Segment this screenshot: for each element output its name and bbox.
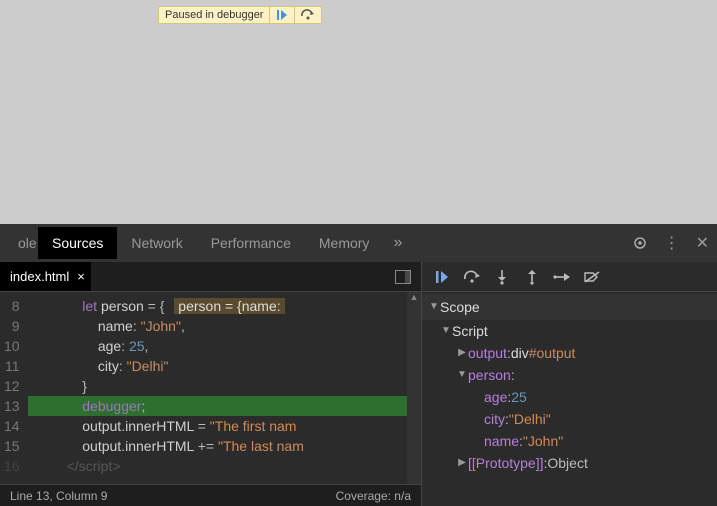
code-line: </script​> bbox=[28, 456, 421, 476]
inline-value-hint: person = {name: bbox=[174, 298, 284, 314]
scrollbar[interactable]: ▲ bbox=[407, 292, 421, 484]
scope-value: "Delhi" bbox=[509, 408, 551, 430]
line-gutter: 8910111213141516 bbox=[0, 292, 28, 484]
code-line: name: "John", bbox=[28, 316, 421, 336]
tab-sources[interactable]: Sources bbox=[38, 227, 117, 259]
chevron-down-icon: ▼ bbox=[428, 296, 440, 318]
tab-network[interactable]: Network bbox=[117, 227, 196, 259]
tab-performance[interactable]: Performance bbox=[197, 227, 305, 259]
code-line: debugger; bbox=[28, 396, 421, 416]
chevron-right-icon: ▶ bbox=[456, 342, 468, 364]
chevron-right-icon: ▶ bbox=[456, 452, 468, 474]
step-over-icon[interactable] bbox=[294, 7, 321, 23]
code-line: let person = { person = {name: bbox=[28, 296, 421, 316]
debugger-toolbar bbox=[422, 262, 717, 292]
chevron-down-icon: ▼ bbox=[440, 320, 452, 342]
step-button[interactable] bbox=[548, 265, 576, 289]
step-over-button[interactable] bbox=[458, 265, 486, 289]
debugger-pane: ▼ Scope ▼ Script ▶output: div#output▼per… bbox=[422, 262, 717, 506]
code-line: age: 25, bbox=[28, 336, 421, 356]
scope-value: 25 bbox=[511, 386, 527, 408]
code-editor[interactable]: 8910111213141516 let person = { person =… bbox=[0, 292, 421, 484]
scope-key: city bbox=[484, 408, 505, 430]
scope-title: Scope bbox=[440, 296, 480, 318]
toggle-sidebar-icon[interactable] bbox=[385, 270, 421, 284]
scope-row[interactable]: ▶output: div#output bbox=[422, 342, 717, 364]
paused-banner-text: Paused in debugger bbox=[159, 8, 269, 22]
sources-pane: index.html × 8910111213141516 let person… bbox=[0, 262, 422, 506]
file-tab-bar: index.html × bbox=[0, 262, 421, 292]
more-tabs-icon[interactable]: » bbox=[383, 234, 412, 252]
step-out-button[interactable] bbox=[518, 265, 546, 289]
file-tab-close-icon[interactable]: × bbox=[77, 269, 85, 284]
scope-row[interactable]: age: 25 bbox=[422, 386, 717, 408]
gear-icon[interactable] bbox=[624, 235, 656, 251]
chevron-down-icon: ▼ bbox=[456, 364, 468, 386]
scope-value: div#output bbox=[511, 342, 576, 364]
code-line: city: "Delhi" bbox=[28, 356, 421, 376]
status-position: Line 13, Column 9 bbox=[10, 489, 107, 503]
scroll-up-icon[interactable]: ▲ bbox=[407, 292, 421, 306]
code-line: } bbox=[28, 376, 421, 396]
file-tab-label: index.html bbox=[10, 269, 69, 284]
kebab-icon[interactable]: ⋮ bbox=[656, 233, 688, 253]
code-line: output.innerHTML += "The last nam bbox=[28, 436, 421, 456]
scope-row[interactable]: ▶[[Prototype]]: Object bbox=[422, 452, 717, 474]
resume-icon[interactable] bbox=[269, 7, 294, 23]
scope-key: age bbox=[484, 386, 507, 408]
scope-key: [[Prototype]] bbox=[468, 452, 543, 474]
scope-value: "John" bbox=[523, 430, 563, 452]
paused-banner: Paused in debugger bbox=[158, 6, 322, 24]
step-into-button[interactable] bbox=[488, 265, 516, 289]
tab-memory[interactable]: Memory bbox=[305, 227, 384, 259]
scope-row[interactable]: ▼person: bbox=[422, 364, 717, 386]
scope-key: name bbox=[484, 430, 519, 452]
scope-panel: ▼ Scope ▼ Script ▶output: div#output▼per… bbox=[422, 292, 717, 506]
scope-key: output bbox=[468, 342, 507, 364]
scope-script-label: Script bbox=[452, 320, 488, 342]
status-coverage: Coverage: n/a bbox=[336, 489, 411, 503]
scope-value: Object bbox=[547, 452, 587, 474]
scope-row[interactable]: name: "John" bbox=[422, 430, 717, 452]
devtools-panel: ole Sources Network Performance Memory »… bbox=[0, 224, 717, 506]
code-line: output.innerHTML = "The first nam bbox=[28, 416, 421, 436]
scope-row[interactable]: city: "Delhi" bbox=[422, 408, 717, 430]
status-bar: Line 13, Column 9 Coverage: n/a bbox=[0, 484, 421, 506]
tab-console[interactable]: ole bbox=[4, 227, 38, 259]
code-content: let person = { person = {name: name: "Jo… bbox=[28, 292, 421, 484]
scope-key: person bbox=[468, 364, 511, 386]
devtools-tabs: ole Sources Network Performance Memory »… bbox=[0, 224, 717, 262]
scope-section-header[interactable]: ▼ Scope bbox=[422, 294, 717, 320]
file-tab-index[interactable]: index.html × bbox=[0, 262, 91, 291]
scope-script-row[interactable]: ▼ Script bbox=[422, 320, 717, 342]
deactivate-breakpoints-button[interactable] bbox=[578, 265, 606, 289]
resume-button[interactable] bbox=[428, 265, 456, 289]
close-icon[interactable]: ✕ bbox=[688, 233, 717, 253]
